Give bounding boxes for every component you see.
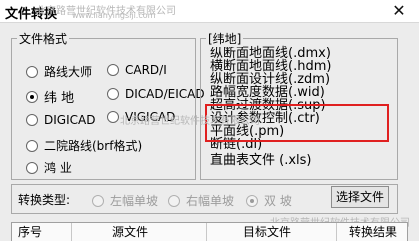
conversion-radio-right-slope[interactable]: 右幅单坡 bbox=[168, 192, 234, 209]
radio-circle bbox=[26, 114, 38, 126]
column-header-result[interactable]: 转换结果 bbox=[337, 223, 407, 241]
format-radio-hongye[interactable]: 鸿 业 bbox=[26, 159, 72, 176]
format-option-label: 鸿 业 bbox=[44, 161, 72, 175]
radio-circle bbox=[107, 64, 119, 76]
format-option-label: DIGICAD bbox=[44, 113, 96, 127]
conversion-option-label: 双 坡 bbox=[264, 194, 292, 208]
column-header-index[interactable]: 序号 bbox=[12, 223, 72, 241]
conversion-option-label: 左幅单坡 bbox=[110, 194, 159, 208]
conversion-option-label: 右幅单坡 bbox=[186, 194, 235, 208]
format-radio-luxian-dashi[interactable]: 路线大师 bbox=[26, 63, 92, 80]
radio-circle bbox=[246, 194, 258, 207]
format-option-label: 路线大师 bbox=[44, 65, 93, 79]
watermark-url: www.lianyingsiji.com bbox=[72, 11, 156, 20]
conversion-radio-left-slope[interactable]: 左幅单坡 bbox=[92, 192, 158, 209]
file-format-label: 文件格式 bbox=[17, 30, 70, 47]
format-option-label: 二院路线(brf格式) bbox=[44, 139, 143, 153]
close-icon: ✕ bbox=[392, 1, 406, 20]
conversion-table: 序号 源文件 目标文件 转换结果 bbox=[11, 222, 408, 241]
format-option-label: CARD/I bbox=[125, 63, 167, 77]
format-option-label: 纬 地 bbox=[44, 91, 75, 106]
column-header-target[interactable]: 目标文件 bbox=[207, 223, 337, 241]
radio-circle bbox=[107, 111, 119, 123]
radio-circle bbox=[107, 88, 119, 100]
file-item-xls[interactable]: 直曲表文件 (.xls) bbox=[210, 154, 312, 167]
conversion-type-label: 转换类型: bbox=[18, 193, 71, 207]
radio-circle bbox=[168, 194, 180, 207]
format-option-label: DICAD/EICAD bbox=[125, 87, 205, 101]
format-radio-dicad[interactable]: DICAD/EICAD bbox=[107, 87, 205, 101]
file-conversion-dialog: 文件转换 北京路营世纪软件技术有限公司 www.lianyingsiji.com… bbox=[0, 0, 419, 241]
radio-circle bbox=[92, 194, 104, 207]
conversion-radio-double-slope[interactable]: 双 坡 bbox=[246, 192, 292, 209]
format-radio-digicad[interactable]: DIGICAD bbox=[26, 113, 95, 127]
radio-circle bbox=[26, 161, 38, 174]
radio-circle bbox=[26, 139, 38, 152]
select-file-button[interactable]: 选择文件 bbox=[331, 186, 389, 208]
format-radio-card[interactable]: CARD/I bbox=[107, 63, 167, 77]
title-bar[interactable]: 文件转换 北京路营世纪软件技术有限公司 www.lianyingsiji.com… bbox=[0, 0, 419, 23]
close-button[interactable]: ✕ bbox=[379, 0, 419, 22]
format-radio-weidi[interactable]: 纬 地 bbox=[26, 87, 74, 106]
format-radio-eryuan[interactable]: 二院路线(brf格式) bbox=[26, 137, 142, 154]
radio-circle bbox=[26, 90, 38, 103]
column-header-source[interactable]: 源文件 bbox=[72, 223, 207, 241]
radio-circle bbox=[26, 65, 38, 78]
weidi-panel-label: [纬地] bbox=[206, 30, 244, 47]
watermark-text: 北京路营世纪软件技术有限公司 bbox=[120, 116, 260, 127]
